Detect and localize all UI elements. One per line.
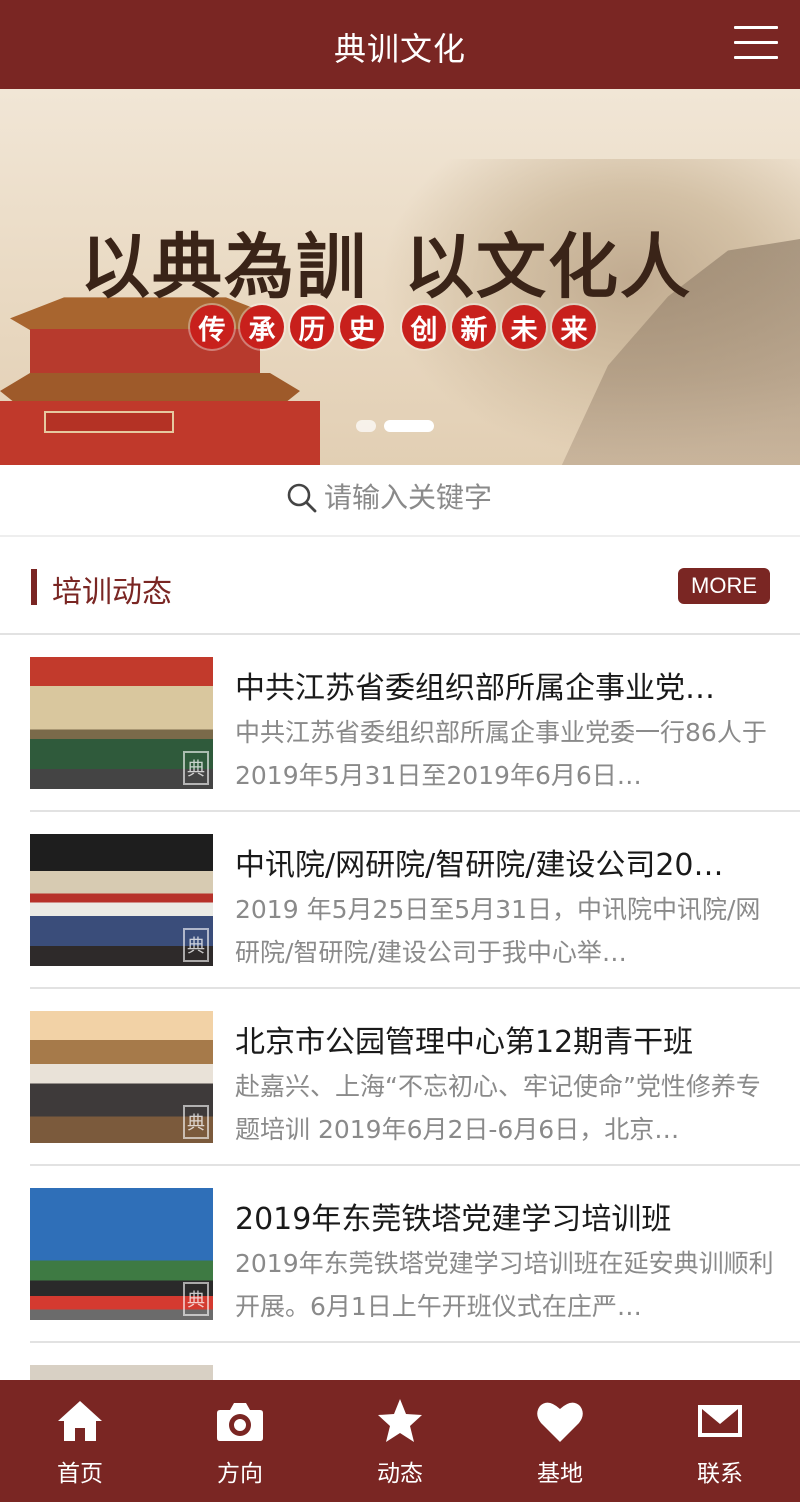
subline-seal: 来 [552,305,596,349]
news-description: 中共江苏省委组织部所属企事业党委一行86人于2019年5月31日至2019年6月… [235,718,767,790]
search-input[interactable] [324,481,624,514]
tab-label: 联系 [697,1461,743,1487]
subline-seal: 承 [240,305,284,349]
search-bar [0,465,800,537]
carousel-dot-active[interactable] [384,420,434,432]
more-button[interactable]: MORE [678,568,770,604]
banner-slogan: 以典為訓 以文化人 [80,211,692,312]
watermark-stamp: 典 [183,1105,209,1139]
tab-news[interactable]: 动态 [320,1380,480,1502]
hamburger-menu-icon[interactable] [734,26,778,62]
news-item[interactable]: 典 中讯院/网研院/智研院/建设公司20… 2019 年5月25日至5月31日，… [30,812,800,989]
section-title: 培训动态 [52,575,172,610]
news-title[interactable]: 2019年东莞铁塔党建学习培训班 [235,1194,775,1238]
news-description: 2019年东莞铁塔党建学习培训班在延安典训顺利开展。6月1日上午开班仪式在庄严… [235,1249,774,1321]
app-title: 典训文化 [333,30,466,68]
news-thumbnail: 典 [30,657,213,789]
tab-label: 首页 [57,1461,103,1487]
news-title[interactable]: 中共江苏省委组织部所属企事业党… [235,663,775,707]
news-title[interactable]: 北京市公园管理中心第12期青干班 [235,1017,775,1061]
news-title[interactable]: 中讯院/网研院/智研院/建设公司20… [235,840,775,884]
watermark-stamp: 典 [183,1282,209,1316]
watermark-stamp: 典 [183,928,209,962]
tab-direction[interactable]: 方向 [160,1380,320,1502]
news-thumbnail: 典 [30,1011,213,1143]
carousel-indicator [356,420,434,432]
star-icon [378,1399,422,1442]
news-description: 2019 年5月25日至5月31日，中讯院中讯院/网研院/智研院/建设公司于我中… [235,895,761,967]
bottom-tab-bar: 首页 方向 动态 基地 联系 [0,1380,800,1502]
news-list: 典 中共江苏省委组织部所属企事业党… 中共江苏省委组织部所属企事业党委一行86人… [0,635,800,1502]
subline-seal: 创 [402,305,446,349]
news-thumbnail: 典 [30,1188,213,1320]
heart-icon [537,1402,583,1442]
banner-subline: 传 承 历 史 创 新 未 来 [190,305,602,349]
banner-slogan-left: 以典為訓 [80,225,368,308]
section-accent-bar [31,569,37,605]
camera-icon [217,1403,263,1441]
tab-label: 方向 [217,1461,263,1487]
banner-slogan-right: 以文化人 [404,225,692,308]
subline-seal: 传 [190,305,234,349]
tab-label: 动态 [377,1461,423,1487]
tab-home[interactable]: 首页 [0,1380,160,1502]
section-header: 培训动态 MORE [0,537,800,635]
tab-contact[interactable]: 联系 [640,1380,800,1502]
carousel-dot[interactable] [356,420,376,432]
news-description: 赴嘉兴、上海“不忘初心、牢记使命”党性修养专题培训 2019年6月2日-6月6日… [235,1072,761,1144]
news-item[interactable]: 典 2019年东莞铁塔党建学习培训班 2019年东莞铁塔党建学习培训班在延安典训… [30,1166,800,1343]
subline-seal: 新 [452,305,496,349]
news-thumbnail: 典 [30,834,213,966]
search-icon[interactable] [286,482,318,514]
subline-seal: 未 [502,305,546,349]
subline-seal: 史 [340,305,384,349]
hero-banner-carousel[interactable]: 以典為訓 以文化人 传 承 历 史 创 新 未 来 [0,89,800,465]
subline-seal: 历 [290,305,334,349]
news-item[interactable]: 典 中共江苏省委组织部所属企事业党… 中共江苏省委组织部所属企事业党委一行86人… [30,635,800,812]
tab-label: 基地 [537,1461,583,1487]
home-icon [58,1401,102,1441]
watermark-stamp: 典 [183,751,209,785]
top-app-bar: 典训文化 [0,0,800,89]
tab-base[interactable]: 基地 [480,1380,640,1502]
news-item[interactable]: 典 北京市公园管理中心第12期青干班 赴嘉兴、上海“不忘初心、牢记使命”党性修养… [30,989,800,1166]
mail-icon [698,1405,742,1437]
